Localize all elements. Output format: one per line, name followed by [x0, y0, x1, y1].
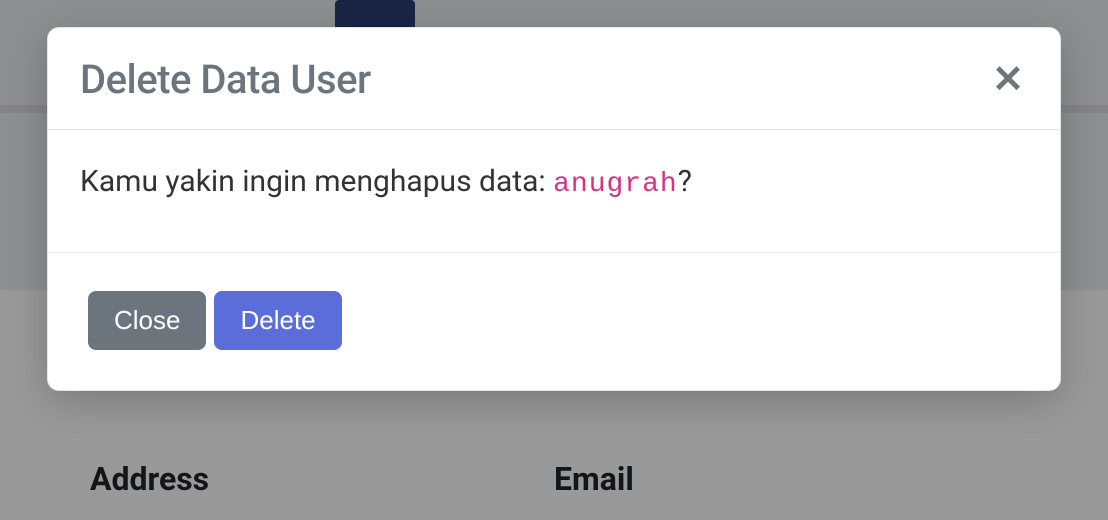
close-button[interactable]: Close: [88, 291, 206, 350]
modal-footer: Close Delete: [48, 253, 1060, 390]
confirm-text-value: anugrah: [553, 169, 678, 200]
close-icon[interactable]: ✕: [988, 61, 1028, 99]
modal-title: Delete Data User: [80, 56, 371, 103]
confirm-text-prefix: Kamu yakin ingin menghapus data:: [80, 164, 553, 199]
modal-header: Delete Data User ✕: [48, 28, 1060, 130]
delete-user-modal: Delete Data User ✕ Kamu yakin ingin meng…: [47, 27, 1061, 391]
modal-body: Kamu yakin ingin menghapus data: anugrah…: [48, 130, 1060, 253]
confirm-text-suffix: ?: [678, 164, 692, 199]
delete-button[interactable]: Delete: [214, 291, 341, 350]
